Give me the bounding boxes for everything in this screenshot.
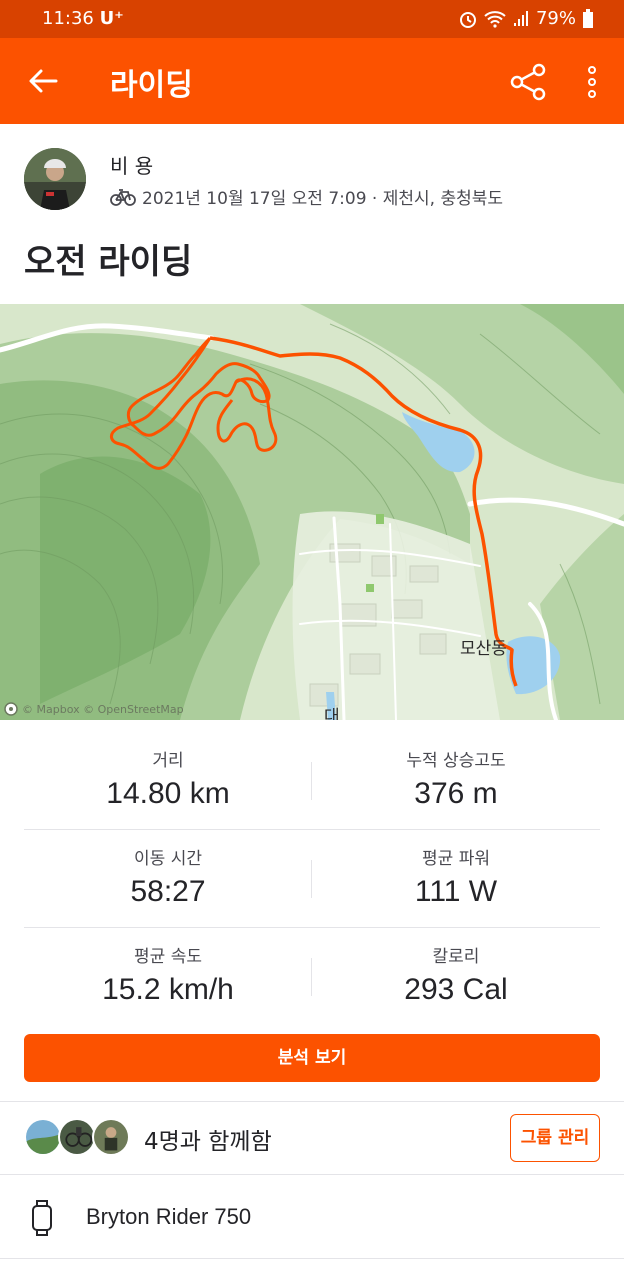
activity-meta: 2021년 10월 17일 오전 7:09 · 제천시, 충청북도 — [110, 184, 503, 209]
alarm-icon — [459, 11, 476, 28]
group-avatar — [24, 1118, 62, 1156]
share-icon[interactable] — [508, 62, 548, 102]
map-canvas — [0, 304, 624, 720]
group-activity-row[interactable]: 4명과 함께함 그룹 관리 — [24, 1112, 600, 1164]
group-text[interactable]: 4명과 함께함 — [144, 1122, 272, 1156]
stat-label: 평균 파워 — [422, 849, 490, 869]
more-options-icon[interactable] — [580, 64, 604, 100]
group-avatar — [92, 1118, 130, 1156]
status-time: 11:36 U⁺ — [42, 8, 124, 29]
app-bar: 라이딩 — [0, 38, 624, 124]
wifi-icon — [484, 10, 506, 28]
battery-text: 79% — [535, 8, 576, 29]
battery-icon — [583, 8, 593, 28]
activity-meta-text: 2021년 10월 17일 오전 7:09 · 제천시, 충청북도 — [142, 189, 504, 209]
stat-label: 칼로리 — [432, 947, 480, 967]
divider — [0, 1258, 624, 1259]
stat-calories: 칼로리 293 Cal — [312, 928, 600, 1007]
stat-avg-power: 평균 파워 111 W — [312, 830, 600, 909]
route-map[interactable]: © Mapbox © OpenStreetMap 모산동 대 — [0, 304, 624, 720]
stat-label: 이동 시간 — [134, 849, 202, 869]
back-arrow-icon[interactable] — [26, 64, 60, 98]
group-avatar — [58, 1118, 96, 1156]
stat-label: 누적 상승고도 — [406, 751, 506, 771]
map-attribution[interactable]: © Mapbox © OpenStreetMap — [4, 702, 184, 716]
group-avatars[interactable] — [24, 1118, 134, 1158]
divider — [0, 1101, 624, 1102]
stat-row: 이동 시간 58:27 평균 파워 111 W — [24, 830, 600, 928]
stat-value: 111 W — [414, 875, 498, 908]
stat-value: 293 Cal — [404, 973, 508, 1006]
activity-title: 오전 라이딩 — [24, 242, 193, 282]
stat-value: 14.80 km — [106, 777, 230, 810]
stat-value: 58:27 — [130, 875, 206, 908]
status-bar: 11:36 U⁺ 79% — [0, 0, 624, 38]
stat-row: 평균 속도 15.2 km/h 칼로리 293 Cal — [24, 928, 600, 1026]
stat-value: 376 m — [414, 777, 498, 810]
divider — [0, 1174, 624, 1175]
athlete-name[interactable]: 비 용 — [110, 150, 153, 179]
stat-value: 15.2 km/h — [102, 973, 234, 1006]
mapbox-logo-icon — [4, 702, 18, 716]
analyze-button[interactable]: 분석 보기 — [24, 1034, 600, 1082]
stat-distance: 거리 14.80 km — [24, 732, 312, 811]
signal-icon — [513, 10, 528, 26]
device-row[interactable]: Bryton Rider 750 — [24, 1196, 600, 1240]
stat-moving-time: 이동 시간 58:27 — [24, 830, 312, 909]
stat-label: 거리 — [152, 751, 184, 771]
watch-icon — [32, 1200, 52, 1236]
status-icons: 79% — [458, 8, 594, 29]
athlete-header: 비 용 2021년 10월 17일 오전 7:09 · 제천시, 충청북도 — [24, 148, 604, 212]
stat-elevation-gain: 누적 상승고도 376 m — [312, 732, 600, 811]
bike-icon — [110, 188, 136, 206]
stat-row: 거리 14.80 km 누적 상승고도 376 m — [24, 732, 600, 830]
activity-stats: 거리 14.80 km 누적 상승고도 376 m 이동 시간 58:27 평균… — [24, 732, 600, 1026]
stat-avg-speed: 평균 속도 15.2 km/h — [24, 928, 312, 1007]
manage-group-button[interactable]: 그룹 관리 — [510, 1114, 600, 1162]
map-attribution-text: © Mapbox © OpenStreetMap — [22, 702, 184, 716]
map-place-label: 모산동 — [460, 639, 507, 659]
device-name: Bryton Rider 750 — [86, 1204, 252, 1229]
map-place-label-2: 대 — [324, 707, 340, 720]
athlete-avatar[interactable] — [24, 148, 86, 210]
app-bar-title: 라이딩 — [110, 68, 193, 103]
stat-label: 평균 속도 — [134, 947, 202, 967]
